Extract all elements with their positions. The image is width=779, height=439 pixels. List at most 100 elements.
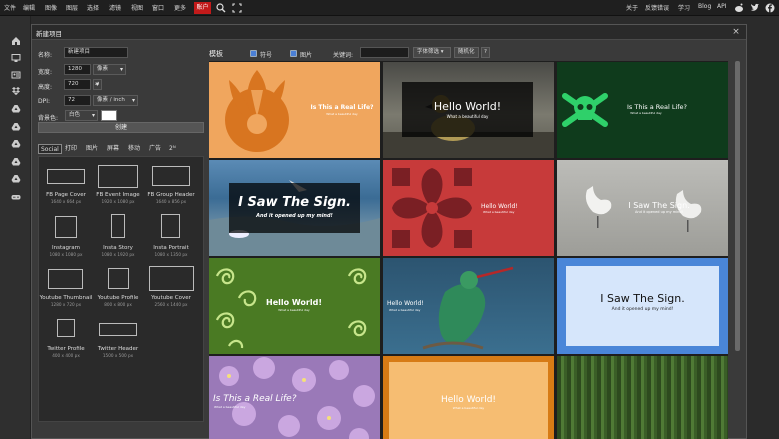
- template-tile[interactable]: Hello World! What a beautiful day: [383, 62, 554, 158]
- home-icon[interactable]: [11, 36, 21, 46]
- help-button[interactable]: ?: [481, 47, 490, 58]
- dropbox-icon[interactable]: [11, 86, 21, 96]
- background-select[interactable]: 白色: [65, 110, 98, 121]
- width-input[interactable]: 1280: [64, 64, 91, 75]
- menu-filter[interactable]: 滤镜: [109, 3, 121, 12]
- name-input[interactable]: 新建项目: [64, 47, 128, 58]
- height-input[interactable]: 720: [64, 79, 91, 90]
- preset-name: Instagram: [52, 245, 80, 251]
- preset-list: FB Page Cover 1640 x 664 px FB Event Ima…: [38, 156, 204, 422]
- preset-name: FB Group Header: [147, 192, 195, 198]
- preset-size: 400 x 400 px: [52, 353, 80, 358]
- preset-shape: [99, 323, 137, 336]
- template-subtitle: What a beautiful day: [483, 210, 515, 214]
- preset-shape: [111, 214, 125, 238]
- preset-shape: [48, 269, 83, 289]
- background-color-swatch[interactable]: [101, 110, 117, 121]
- template-title: Is This a Real Life?: [213, 394, 297, 404]
- tab-social[interactable]: Social: [38, 144, 62, 154]
- create-button[interactable]: 创建: [38, 122, 204, 133]
- preset-shape: [55, 216, 77, 238]
- template-scrollbar[interactable]: [735, 61, 740, 351]
- menu-report-bug[interactable]: 反馈错误: [645, 3, 669, 12]
- tab-photo[interactable]: 图片: [84, 144, 100, 154]
- facebook-icon[interactable]: [765, 3, 775, 13]
- menu-window[interactable]: 窗口: [152, 3, 164, 12]
- id-card-icon[interactable]: [11, 70, 21, 80]
- fullscreen-icon[interactable]: [232, 3, 242, 13]
- drive-icon-5[interactable]: [11, 174, 21, 184]
- menu-api[interactable]: API: [717, 3, 727, 10]
- swap-dimensions-button[interactable]: ⇄: [93, 79, 102, 90]
- close-icon[interactable]: ×: [731, 27, 741, 37]
- template-tile[interactable]: I Saw The Sign. And it opened up my mind…: [209, 160, 380, 256]
- dpi-input[interactable]: 72: [64, 95, 91, 106]
- reddit-icon[interactable]: [734, 3, 744, 13]
- search-icon[interactable]: [216, 3, 226, 13]
- tab-print[interactable]: 打印: [63, 144, 79, 154]
- template-tile[interactable]: Hello World! What a beautiful day: [383, 356, 554, 439]
- gamepad-icon[interactable]: [11, 192, 21, 202]
- preset-size: 1280 x 720 px: [50, 302, 82, 307]
- menu-learn[interactable]: 学习: [678, 3, 690, 12]
- symbols-checkbox[interactable]: [250, 50, 257, 57]
- tab-mobile[interactable]: 移动: [126, 144, 142, 154]
- menu-more[interactable]: 更多: [174, 3, 186, 12]
- template-tile[interactable]: Hello World! What a beautiful day: [383, 160, 554, 256]
- menu-file[interactable]: 文件: [4, 3, 16, 12]
- menu-layer[interactable]: 图层: [66, 3, 78, 12]
- dpi-unit-select[interactable]: 像素 / inch: [93, 95, 138, 106]
- templates-toolbar: 模板 符号 图片 关键词: 字体筛选 ▾ 随机化 ?: [208, 46, 738, 60]
- monitor-icon[interactable]: [11, 53, 21, 63]
- new-project-dialog: 新建项目 × 名称: 新建项目 宽度: 1280 像素 高度: 720 ⇄ DP…: [31, 24, 747, 439]
- template-tile[interactable]: I Saw The Sign. And it opened up my mind…: [557, 258, 728, 354]
- preset-shape: [152, 166, 190, 186]
- images-checkbox[interactable]: [290, 50, 297, 57]
- preset-size: 1080 x 1920 px: [101, 252, 135, 257]
- template-title: I Saw The Sign.: [238, 195, 351, 210]
- keyword-input[interactable]: [360, 47, 409, 58]
- keyword-label: 关键词:: [333, 52, 354, 59]
- template-tile[interactable]: Hello World! What a beautiful day: [383, 258, 554, 354]
- preset-shape: [161, 214, 180, 238]
- menu-about[interactable]: 关于: [626, 3, 638, 12]
- menu-image[interactable]: 图像: [45, 3, 57, 12]
- menu-edit[interactable]: 编辑: [23, 3, 35, 12]
- account-button[interactable]: 账户: [194, 2, 211, 14]
- preset-name: Youtube Thumbnail: [39, 295, 93, 301]
- preset-name: Insta Story: [103, 245, 133, 251]
- tab-power-of-two[interactable]: 2ᴺ: [167, 144, 178, 154]
- menu-blog[interactable]: Blog: [698, 3, 711, 10]
- template-subtitle: What a beautiful day: [326, 112, 358, 116]
- template-tile[interactable]: Hello World! What a beautiful day: [209, 258, 380, 354]
- drive-icon-3[interactable]: [11, 139, 21, 149]
- preset-name: FB Event Image: [96, 192, 140, 198]
- randomize-button[interactable]: 随机化: [454, 47, 479, 58]
- templates-label: 模板: [209, 50, 223, 58]
- template-tile[interactable]: Is This a Real Life? What a beautiful da…: [209, 356, 380, 439]
- font-filter-label: 字体筛选: [417, 49, 440, 55]
- preset-size: 1640 x 856 px: [155, 199, 187, 204]
- template-title: Hello World!: [481, 203, 518, 210]
- drive-icon[interactable]: [11, 104, 21, 114]
- template-tile[interactable]: Is This a Real Life? What a beautiful da…: [209, 62, 380, 158]
- font-filter-select[interactable]: 字体筛选 ▾: [413, 47, 451, 58]
- dpi-label: DPI:: [38, 98, 51, 105]
- menu-select[interactable]: 选择: [87, 3, 99, 12]
- menu-view[interactable]: 视图: [131, 3, 143, 12]
- template-tile[interactable]: Is This a Real Life? What a beautiful da…: [557, 62, 728, 158]
- template-subtitle: What a beautiful day: [278, 308, 310, 312]
- preset-size: 1920 x 1080 px: [101, 199, 135, 204]
- preset-shape: [98, 165, 138, 188]
- drive-icon-2[interactable]: [11, 122, 21, 132]
- background-label: 背景色:: [38, 115, 59, 122]
- template-subtitle: What a beautiful day: [452, 406, 485, 410]
- template-tile[interactable]: I Saw The Sign. And it opened up my mind…: [557, 160, 728, 256]
- drive-icon-4[interactable]: [11, 157, 21, 167]
- width-unit-select[interactable]: 像素: [93, 64, 126, 75]
- template-tile[interactable]: [557, 356, 728, 439]
- tab-screen[interactable]: 屏幕: [105, 144, 121, 154]
- tab-ads[interactable]: 广告: [147, 144, 163, 154]
- twitter-icon[interactable]: [750, 3, 760, 13]
- template-title: I Saw The Sign.: [628, 201, 690, 210]
